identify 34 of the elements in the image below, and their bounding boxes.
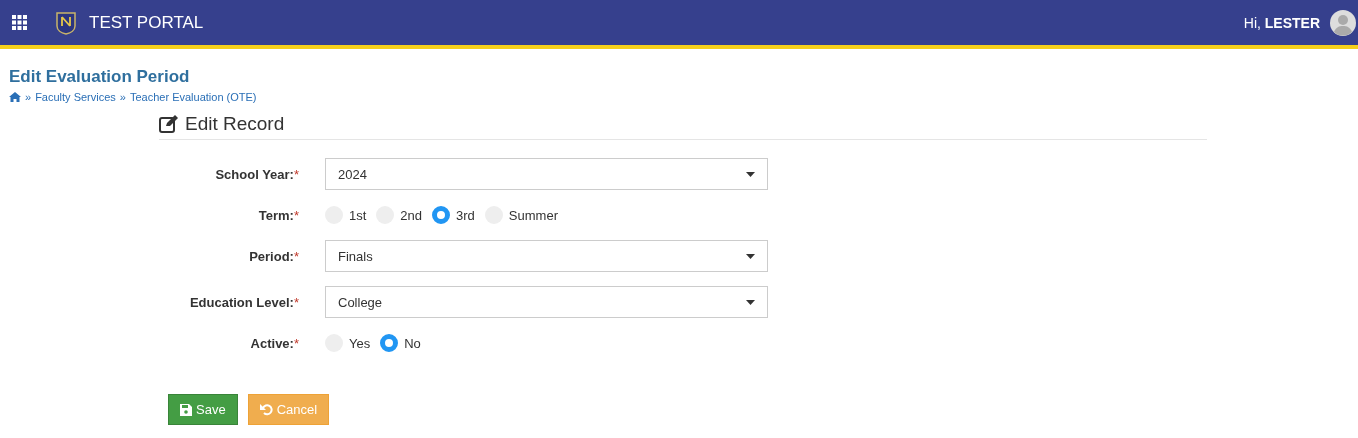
radio-option[interactable]: 1st (325, 206, 367, 224)
radio-option[interactable]: 2nd (376, 206, 423, 224)
breadcrumb-separator: » (119, 91, 126, 103)
field-label: Active:* (249, 335, 299, 351)
avatar-icon[interactable] (1330, 9, 1356, 36)
undo-icon (259, 403, 273, 416)
field-label: Term:* (257, 207, 299, 223)
field-label: Period:* (248, 248, 299, 264)
field-label: Education Level:* (188, 294, 299, 310)
breadcrumb-link[interactable]: Faculty Services (35, 91, 116, 103)
radio-option[interactable]: No (380, 334, 421, 352)
radio-icon[interactable] (432, 206, 451, 224)
shield-logo (55, 10, 77, 35)
radio-option[interactable]: Yes (325, 334, 371, 352)
form-heading: Edit Record (185, 113, 285, 135)
user-greeting: Hi, LESTER (1243, 14, 1320, 31)
select-field[interactable]: College (325, 286, 768, 318)
caret-icon (746, 253, 755, 259)
radio-option[interactable]: 3rd (432, 206, 475, 224)
app-title: TEST PORTAL (89, 12, 204, 33)
radio-icon[interactable] (380, 334, 399, 352)
field-label: School Year:* (214, 166, 299, 182)
radio-option[interactable]: Summer (484, 206, 558, 224)
edit-icon (159, 115, 179, 133)
floppy-icon (180, 403, 192, 416)
breadcrumb-link[interactable]: Teacher Evaluation (OTE) (129, 91, 257, 103)
select-field[interactable]: 2024 (325, 158, 768, 190)
caret-icon (746, 171, 755, 177)
caret-icon (746, 299, 755, 305)
page-title: Edit Evaluation Period (9, 67, 191, 87)
apps-grid-icon[interactable] (12, 15, 27, 30)
select-field[interactable]: Finals (325, 240, 768, 272)
breadcrumb-separator: » (25, 91, 32, 103)
home-icon[interactable] (9, 92, 21, 102)
